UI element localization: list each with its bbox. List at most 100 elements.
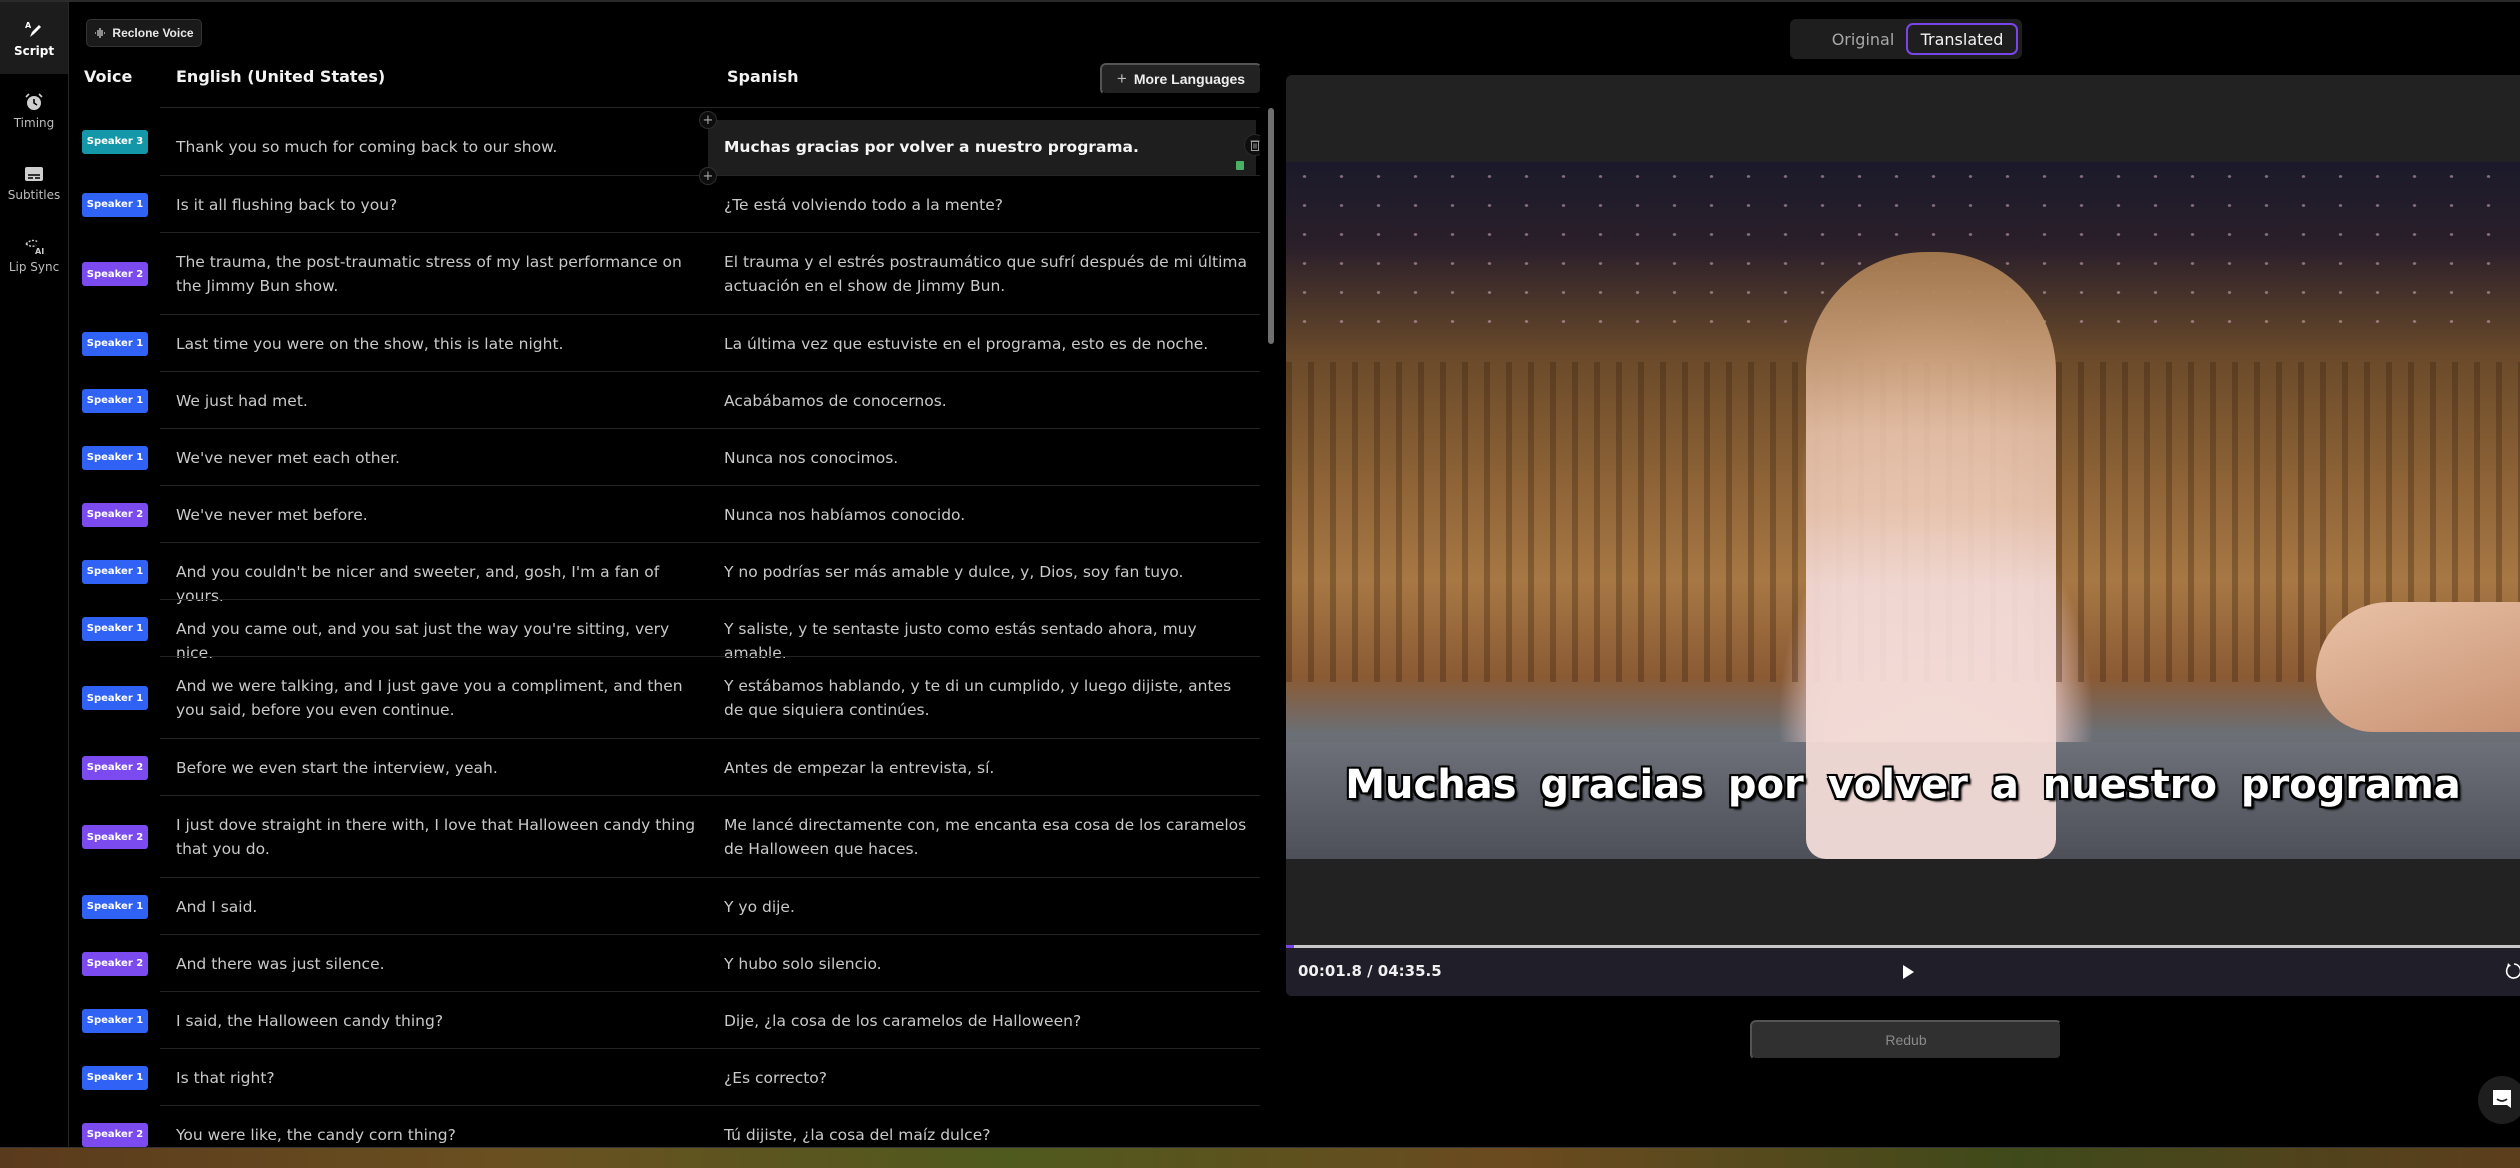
translation-text[interactable]: Y hubo solo silencio. [724,952,1254,976]
table-row[interactable]: Speaker 1 And we were talking, and I just… [70,657,1260,739]
source-text: Is that right? [176,1068,275,1087]
table-row[interactable]: Speaker 1 We've never met each other. Nunc… [70,429,1260,486]
source-text: And there was just silence. [176,954,385,973]
script-table: Speaker 3 Thank you so much for coming ba… [70,107,1260,1147]
translation-text[interactable]: Y no podrías ser más amable y dulce, y, … [724,560,1254,584]
translation-text[interactable]: ¿Te está volviendo todo a la mente? [724,193,1254,217]
translation-text[interactable]: La última vez que estuviste en el progra… [724,332,1254,356]
table-row[interactable]: Speaker 2 I just dove straight in there w… [70,796,1260,878]
table-row[interactable]: Speaker 1 Is it all flushing back to you?… [70,176,1260,233]
table-row[interactable]: Speaker 1 I said, the Halloween candy thi… [70,992,1260,1049]
source-text: I said, the Halloween candy thing? [176,1011,444,1030]
table-row[interactable]: Speaker 2 And there was just silence. Y hu… [70,935,1260,992]
translation-text[interactable]: Antes de empezar la entrevista, sí. [724,756,1254,780]
sidebar-item-subtitles[interactable]: Subtitles [0,146,68,218]
table-row[interactable]: Speaker 2 Before we even start the interv… [70,739,1260,796]
chat-support-button[interactable] [2478,1076,2520,1124]
toggle-translated[interactable]: Translated [1906,23,2018,55]
source-text: You were like, the candy corn thing? [176,1125,456,1144]
speaker-badge[interactable]: Speaker 2 [82,825,148,849]
sidebar-item-script[interactable]: A Script [0,2,68,74]
column-header-voice: Voice [84,67,133,86]
source-text: The trauma, the post-traumatic stress of… [176,253,682,295]
speaker-badge[interactable]: Speaker 2 [82,262,148,286]
more-languages-button[interactable]: + More Languages [1100,63,1262,95]
sidebar-item-timing[interactable]: Timing [0,74,68,146]
sidebar-item-lip-sync[interactable]: AI Lip Sync [0,218,68,290]
table-row[interactable]: Speaker 2 We've never met before. Nunca no… [70,486,1260,543]
source-text: We just had met. [176,391,308,410]
delete-segment-button[interactable] [1244,134,1260,156]
speaker-badge[interactable]: Speaker 1 [82,894,148,919]
version-toggle: Original Translated [1790,19,2022,59]
svg-text:A: A [25,21,32,30]
translation-text[interactable]: Tú dijiste, ¿la cosa del maíz dulce? [724,1123,1254,1147]
translation-text[interactable]: ¿Es correcto? [724,1066,1254,1090]
speaker-badge[interactable]: Speaker 2 [82,1122,148,1147]
translation-text[interactable]: Muchas gracias por volver a nuestro prog… [724,135,1254,159]
source-text: Thank you so much for coming back to our… [176,137,558,156]
insert-segment-above-button[interactable]: + [699,111,717,129]
table-row[interactable]: Speaker 2 The trauma, the post-traumatic … [70,233,1260,315]
speaker-badge[interactable]: Speaker 1 [82,445,148,470]
script-scrollbar[interactable] [1268,108,1274,344]
source-text: And we were talking, and I just gave you… [176,677,683,719]
redub-button[interactable]: Redub [1750,1020,2062,1060]
translation-text[interactable]: Y yo dije. [724,895,1254,919]
table-row[interactable]: Speaker 1 We just had met. Acabábamos de c… [70,372,1260,429]
replay-button[interactable] [2504,961,2520,983]
speaker-badge[interactable]: Speaker 2 [82,502,148,527]
table-row[interactable]: Speaker 1 Is that right? ¿Es correcto? [70,1049,1260,1106]
speaker-badge[interactable]: Speaker 1 [82,331,148,356]
source-text: Last time you were on the show, this is … [176,334,564,353]
translation-text[interactable]: Dije, ¿la cosa de los caramelos de Hallo… [724,1009,1254,1033]
timecode: 00:01.8 / 04:35.5 [1298,962,1442,980]
translation-text[interactable]: Nunca nos conocimos. [724,446,1254,470]
sidebar-item-label: Lip Sync [8,259,60,274]
play-icon [1903,965,1914,979]
top-border [0,0,2520,2]
table-row[interactable]: Speaker 1 And you came out, and you sat j… [70,600,1260,662]
video-subtitle: Muchas gracias por volver a nuestro prog… [1345,762,2461,808]
translation-text[interactable]: Nunca nos habíamos conocido. [724,503,1254,527]
speaker-badge[interactable]: Speaker 2 [82,951,148,976]
sidebar: A Script Timing Subtitles AI Lip Sync [0,2,69,1147]
speaker-badge[interactable]: Speaker 1 [82,1008,148,1033]
svg-text:AI: AI [35,247,44,256]
translation-text[interactable]: Y estábamos hablando, y te di un cumplid… [724,674,1254,722]
player-controls: 00:01.8 / 04:35.5 [1286,948,2520,996]
table-row[interactable]: Speaker 1 And I said. Y yo dije. [70,878,1260,935]
translation-text[interactable]: Acabábamos de conocernos. [724,389,1254,413]
table-row[interactable]: Speaker 1 Last time you were on the show,… [70,315,1260,372]
source-text: We've never met before. [176,505,368,524]
source-text: Before we even start the interview, yeah… [176,758,498,777]
column-header-source-language: English (United States) [176,67,386,86]
speaker-badge[interactable]: Speaker 1 [82,559,148,584]
translation-text[interactable]: Me lancé directamente con, me encanta es… [724,813,1254,861]
speaker-badge[interactable]: Speaker 1 [82,192,148,217]
insert-segment-below-button[interactable]: + [699,167,717,185]
column-header-target-language: Spanish [727,67,799,86]
source-text: And I said. [176,897,258,916]
table-row[interactable]: Speaker 1 And you couldn't be nicer and s… [70,543,1260,605]
speaker-badge[interactable]: Speaker 3 [82,129,148,154]
video-player: Muchas gracias por volver a nuestro prog… [1286,75,2520,996]
speaker-badge[interactable]: Speaker 1 [82,686,148,710]
sync-status-indicator [1236,161,1244,170]
sidebar-item-label: Subtitles [7,187,61,202]
sidebar-item-label: Script [13,43,55,58]
table-row[interactable]: Speaker 2 You were like, the candy corn t… [70,1106,1260,1147]
video-host-hand [2316,602,2520,732]
speaker-badge[interactable]: Speaker 2 [82,755,148,780]
table-row[interactable]: Speaker 3 Thank you so much for coming ba… [70,107,1260,185]
reclone-voice-button[interactable]: Reclone Voice [86,19,202,47]
chat-bubble-icon [2493,1090,2511,1108]
video-frame[interactable]: Muchas gracias por volver a nuestro prog… [1286,162,2520,859]
speaker-badge[interactable]: Speaker 1 [82,1065,148,1090]
speaker-badge[interactable]: Speaker 1 [82,616,148,641]
speaker-badge[interactable]: Speaker 1 [82,388,148,413]
subtitles-icon [23,163,45,185]
translation-text[interactable]: El trauma y el estrés postraumático que … [724,250,1254,298]
play-button[interactable] [1896,960,1920,984]
script-pen-icon: A [23,19,45,41]
